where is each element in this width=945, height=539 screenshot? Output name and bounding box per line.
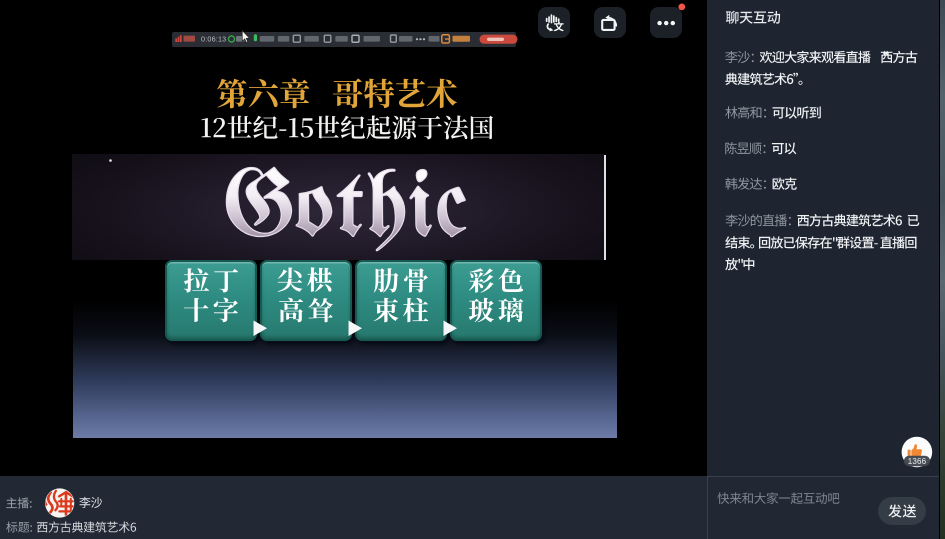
svg-text:0:06:13: 0:06:13 (201, 35, 226, 44)
svg-text:1366: 1366 (908, 457, 927, 466)
